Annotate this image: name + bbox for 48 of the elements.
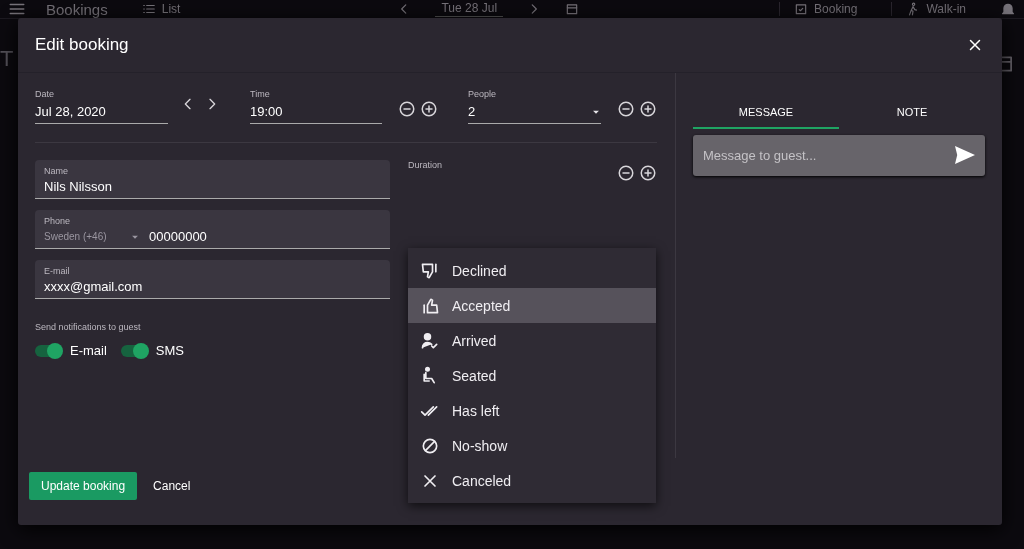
duration-label: Duration [408,160,443,170]
minus-circle-icon [398,100,416,118]
email-field[interactable]: E-mail xxxx@gmail.com [35,260,390,299]
send-button[interactable] [955,145,975,165]
decrease-button[interactable] [617,164,635,182]
date-display: Tue 28 Jul [435,1,504,17]
app-title: Bookings [46,0,108,18]
status-menu-item[interactable]: No-show [408,428,656,463]
view-dropdown[interactable]: List [127,2,195,16]
status-menu-item[interactable]: Declined [408,253,656,288]
status-menu-item[interactable]: Canceled [408,463,656,498]
name-field[interactable]: Name Nils Nilsson [35,160,390,199]
send-icon [955,145,975,165]
bell-icon [1000,1,1016,17]
notification-toggle[interactable]: SMS [120,343,184,358]
tab[interactable]: NOTE [839,106,985,129]
decrease-button[interactable] [398,100,416,118]
plus-circle-icon [420,100,438,118]
increase-button[interactable] [420,100,438,118]
notification-toggle[interactable]: E-mail [35,343,107,358]
increase-button[interactable] [639,164,657,182]
calendar-icon [565,2,580,16]
cancel-button[interactable]: Cancel [145,471,199,500]
notifications-label: Send notifications to guest [35,322,142,332]
header-action[interactable]: Walk-in [891,2,980,16]
decrease-button[interactable] [617,100,635,118]
tab[interactable]: MESSAGE [693,106,839,129]
header-action[interactable]: Booking [779,2,872,16]
phone-field[interactable]: Phone Sweden (+46) 00000000 [35,210,390,249]
status-menu-item[interactable]: Accepted [408,288,656,323]
plus-circle-icon [639,164,657,182]
minus-circle-icon [617,100,635,118]
status-menu-item[interactable]: Has left [408,393,656,428]
person-check-icon [420,330,440,351]
calendar-check-icon [794,2,809,16]
status-menu-item[interactable]: Arrived [408,323,656,358]
list-icon [141,2,156,16]
status-menu-item[interactable]: Seated [408,358,656,393]
date-field[interactable]: Date Jul 28, 2020 [35,89,168,124]
people-select[interactable]: People 2 [468,89,601,124]
minus-circle-icon [617,164,635,182]
time-field[interactable]: Time 19:00 [250,89,382,124]
update-booking-button[interactable]: Update booking [29,471,138,500]
message-field[interactable]: Message to guest... [693,135,985,176]
dialog-title: Edit booking [35,35,129,55]
page-title: T [0,46,14,72]
plus-circle-icon [639,100,657,118]
increase-button[interactable] [639,100,657,118]
